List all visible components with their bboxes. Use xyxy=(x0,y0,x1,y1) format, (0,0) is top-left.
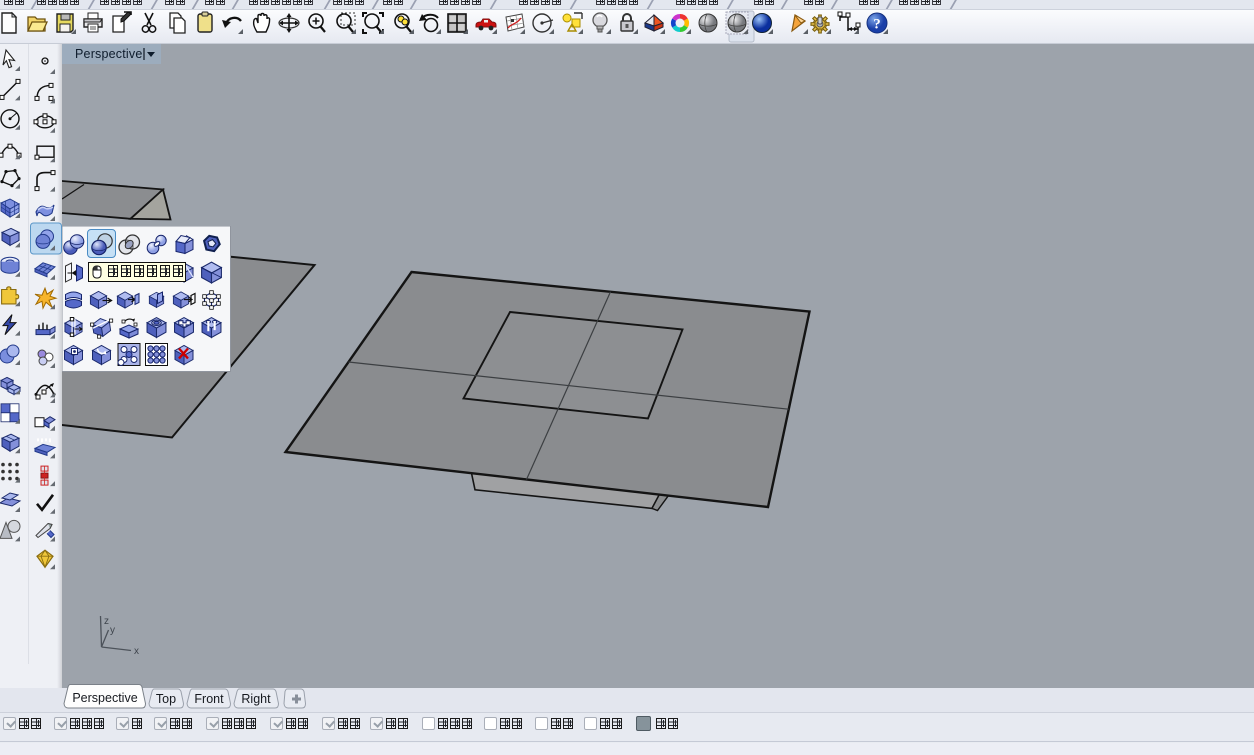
svg-text:x: x xyxy=(134,646,139,657)
svg-text:Top: Top xyxy=(156,692,176,706)
svg-text:Right: Right xyxy=(241,692,271,706)
svg-text:Front: Front xyxy=(194,692,224,706)
svg-text:z: z xyxy=(104,616,109,627)
svg-text:y: y xyxy=(110,625,115,636)
svg-text:Perspective: Perspective xyxy=(72,691,137,705)
svg-text:?: ? xyxy=(873,17,881,33)
